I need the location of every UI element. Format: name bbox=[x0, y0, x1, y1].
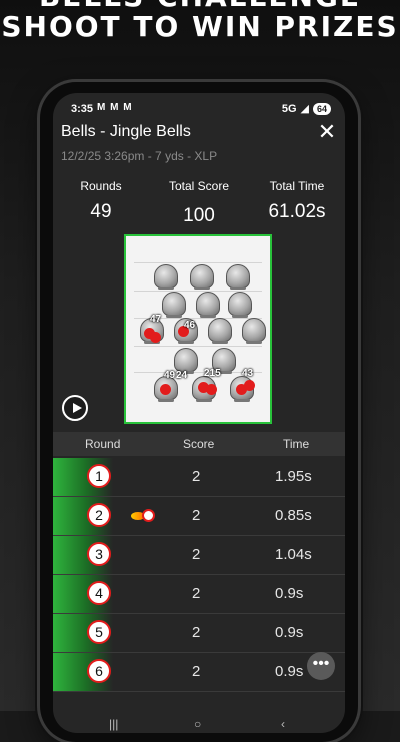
round-score: 2 bbox=[192, 507, 201, 524]
rounds-list: 1 2 1.95s 2 2 0.85s 3 2 1.04s 4 2 0.9s 5… bbox=[53, 458, 345, 692]
more-options-button[interactable]: ••• bbox=[307, 652, 335, 680]
system-nav-bar: ||| ○ ‹ bbox=[53, 715, 345, 733]
round-time: 0.9s bbox=[275, 663, 304, 680]
battery-icon: 64 bbox=[312, 102, 331, 115]
signal-label: 5G bbox=[281, 102, 297, 115]
recents-icon[interactable]: ||| bbox=[109, 717, 118, 731]
stat-total-time: Total Time 61.02s bbox=[249, 179, 345, 223]
promo-subheadline: SHOOT TO WIN PRIZES bbox=[1, 10, 399, 43]
stat-value: 49 bbox=[90, 201, 112, 222]
bell-target bbox=[174, 348, 198, 374]
table-header: Round Score Time bbox=[53, 432, 345, 456]
bell-target bbox=[208, 318, 232, 344]
table-row[interactable]: 6 2 0.9s bbox=[53, 653, 345, 692]
header-score: Score bbox=[183, 437, 215, 451]
shot-hit bbox=[160, 384, 171, 395]
round-number: 5 bbox=[87, 620, 111, 644]
stat-rounds: Rounds 49 bbox=[53, 179, 149, 223]
hit-label: 24 bbox=[176, 370, 188, 381]
table-row[interactable]: 4 2 0.9s bbox=[53, 575, 345, 614]
shot-hit bbox=[244, 380, 255, 391]
hit-label: 47 bbox=[150, 314, 162, 325]
bell-target bbox=[190, 264, 214, 290]
round-score: 2 bbox=[192, 546, 201, 563]
hit-label: 43 bbox=[242, 368, 254, 379]
bell-target bbox=[162, 292, 186, 318]
bell-target bbox=[226, 264, 250, 290]
table-row[interactable]: 5 2 0.9s bbox=[53, 614, 345, 653]
round-score: 2 bbox=[192, 585, 201, 602]
shot-hit bbox=[206, 384, 217, 395]
play-button[interactable] bbox=[62, 395, 88, 421]
stat-value: 100 bbox=[183, 205, 215, 226]
bell-target bbox=[228, 292, 252, 318]
target-line bbox=[134, 262, 262, 263]
bell-target bbox=[242, 318, 266, 344]
session-title: Bells - Jingle Bells bbox=[61, 123, 191, 140]
round-score: 2 bbox=[192, 663, 201, 680]
table-row[interactable]: 1 2 1.95s bbox=[53, 458, 345, 497]
bell-target bbox=[196, 292, 220, 318]
app-screen: 3:35 M M M 5G ◢ 64 Bells - Jingle Bells … bbox=[53, 93, 345, 733]
round-time: 1.04s bbox=[275, 546, 312, 563]
round-number: 3 bbox=[87, 542, 111, 566]
notification-icons: M M M bbox=[97, 102, 133, 113]
round-number: 1 bbox=[87, 464, 111, 488]
header-round: Round bbox=[85, 437, 121, 451]
session-subtitle: 12/2/25 3:26pm - 7 yds - XLP bbox=[61, 149, 218, 163]
home-icon[interactable]: ○ bbox=[194, 717, 201, 731]
target-image[interactable]: 47 46 49 24 215 43 bbox=[124, 234, 272, 424]
stat-label: Total Score bbox=[168, 179, 230, 193]
round-score: 2 bbox=[192, 624, 201, 641]
stat-label: Rounds bbox=[80, 179, 122, 193]
shot-hit bbox=[150, 332, 161, 343]
status-time: 3:35 bbox=[71, 103, 94, 115]
round-time: 0.85s bbox=[275, 507, 312, 524]
back-icon[interactable]: ‹ bbox=[281, 717, 285, 731]
stat-value: 61.02s bbox=[268, 201, 326, 222]
round-number: 4 bbox=[87, 581, 111, 605]
header-time: Time bbox=[283, 437, 310, 451]
table-row[interactable]: 2 2 0.85s bbox=[53, 497, 345, 536]
status-bar: 3:35 M M M 5G ◢ 64 bbox=[53, 93, 345, 119]
stopwatch-icon bbox=[142, 509, 155, 522]
hit-label: 46 bbox=[184, 320, 196, 331]
round-number: 2 bbox=[87, 503, 111, 527]
fast-round-icon bbox=[131, 507, 157, 525]
target-line bbox=[134, 346, 262, 347]
table-row[interactable]: 3 2 1.04s bbox=[53, 536, 345, 575]
round-time: 1.95s bbox=[275, 468, 312, 485]
hit-label: 49 bbox=[164, 370, 176, 381]
close-icon[interactable]: ✕ bbox=[315, 121, 339, 145]
round-score: 2 bbox=[192, 468, 201, 485]
stat-label: Total Time bbox=[269, 179, 325, 193]
signal-icon: ◢ bbox=[300, 103, 309, 115]
round-time: 0.9s bbox=[275, 624, 304, 641]
hit-label: 215 bbox=[204, 368, 221, 379]
phone-frame: 3:35 M M M 5G ◢ 64 Bells - Jingle Bells … bbox=[40, 82, 358, 742]
status-right: 5G ◢ 64 bbox=[282, 102, 331, 115]
round-number: 6 bbox=[87, 659, 111, 683]
bell-target bbox=[154, 264, 178, 290]
round-time: 0.9s bbox=[275, 585, 304, 602]
stat-total-score: Total Score 100 bbox=[151, 179, 247, 227]
